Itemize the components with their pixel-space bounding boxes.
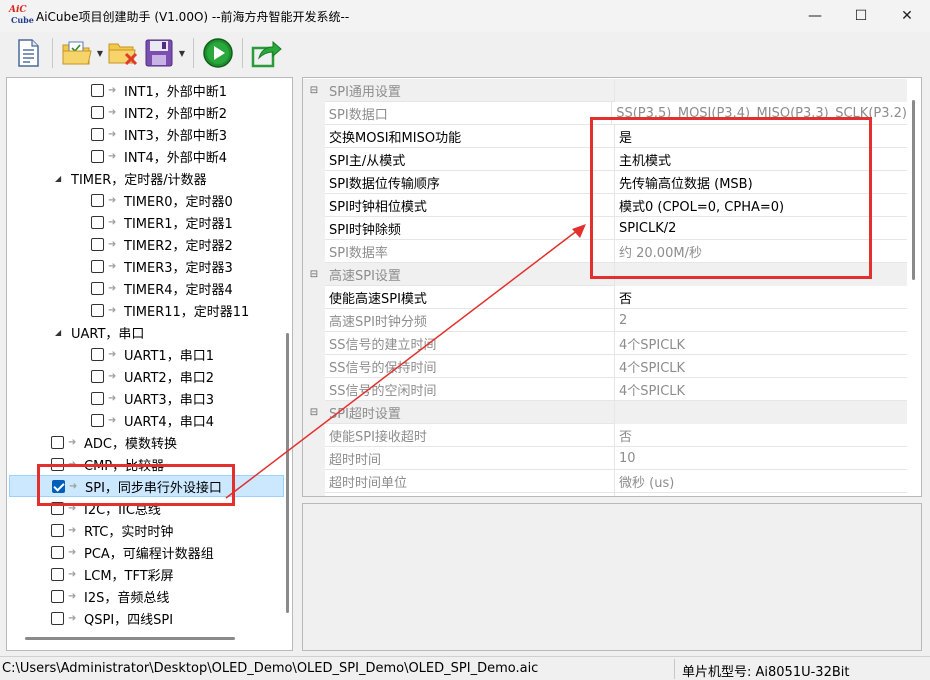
annotation-arrow-layer [225,224,586,499]
annotation-arrow-head [572,224,586,238]
annotation-arrow-line [225,229,579,499]
